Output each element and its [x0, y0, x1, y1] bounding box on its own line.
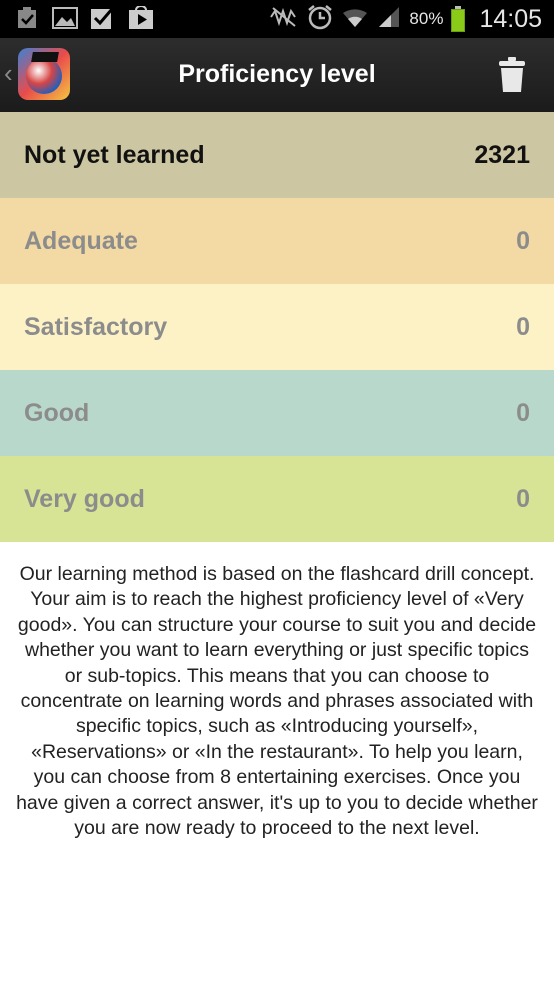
level-row-satisfactory[interactable]: Satisfactory 0 [0, 284, 554, 370]
method-description: Our learning method is based on the flas… [16, 563, 538, 840]
level-count: 0 [516, 226, 530, 255]
page-title: Proficiency level [178, 60, 376, 88]
checkbox-icon [90, 5, 116, 31]
level-label: Satisfactory [24, 312, 168, 341]
trash-icon[interactable] [498, 56, 526, 94]
level-count: 0 [516, 312, 530, 341]
level-row-not-yet-learned[interactable]: Not yet learned 2321 [0, 112, 554, 198]
level-row-very-good[interactable]: Very good 0 [0, 456, 554, 542]
battery-icon [451, 6, 466, 32]
battery-percent: 80% [409, 9, 444, 28]
level-count: 0 [516, 484, 530, 513]
clock: 14:05 [479, 4, 542, 33]
alarm-icon [307, 4, 333, 35]
level-row-good[interactable]: Good 0 [0, 370, 554, 456]
play-store-icon [128, 5, 154, 31]
wifi-icon [341, 5, 369, 34]
level-label: Good [24, 398, 90, 427]
mute-icon [269, 5, 299, 34]
image-icon [52, 5, 78, 31]
level-label: Not yet learned [24, 140, 205, 169]
level-label: Very good [24, 484, 145, 513]
action-bar: ‹ Proficiency level [0, 38, 554, 114]
level-label: Adequate [24, 226, 138, 255]
level-count: 2321 [474, 140, 530, 169]
signal-icon [377, 5, 401, 34]
level-count: 0 [516, 398, 530, 427]
level-row-adequate[interactable]: Adequate 0 [0, 198, 554, 284]
status-bar: 80% 14:05 [0, 0, 554, 38]
task-icon [14, 5, 40, 31]
